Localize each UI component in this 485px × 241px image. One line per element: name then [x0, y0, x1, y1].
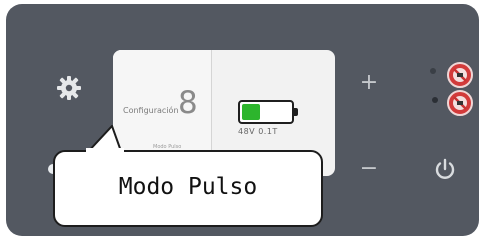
warning-icon — [447, 90, 473, 116]
gear-icon[interactable] — [55, 74, 83, 102]
voltage-readout: 48V 0.1T — [238, 127, 278, 136]
indicator-light — [432, 97, 438, 103]
battery-icon — [238, 100, 298, 124]
power-icon[interactable] — [432, 156, 458, 182]
config-label: Configuración — [123, 106, 179, 115]
decrease-button[interactable]: − — [354, 154, 384, 184]
callout-bubble: Modo Pulso — [53, 150, 323, 227]
callout-text: Modo Pulso — [118, 174, 258, 200]
indicator-light — [430, 68, 436, 74]
increase-button[interactable]: + — [354, 68, 384, 98]
config-value: 8 — [178, 85, 198, 121]
callout-joint — [86, 148, 124, 154]
battery-level — [242, 104, 261, 120]
warning-icon — [447, 62, 473, 88]
